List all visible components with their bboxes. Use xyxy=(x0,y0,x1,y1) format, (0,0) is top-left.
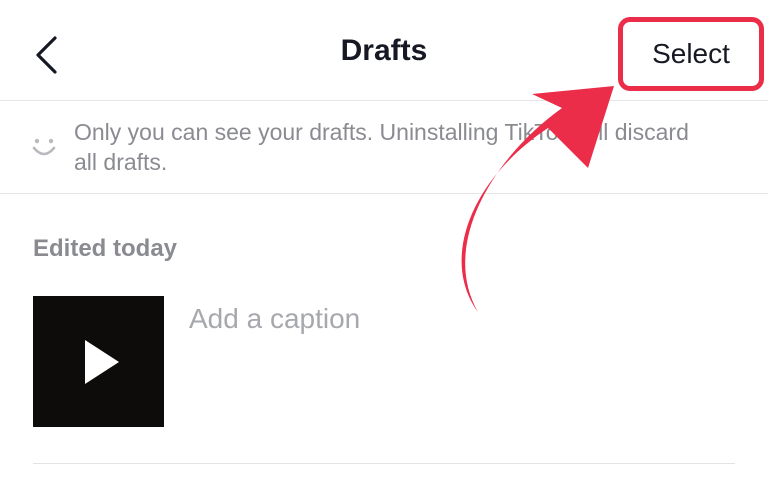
caption-field[interactable]: Add a caption xyxy=(189,303,360,335)
list-divider xyxy=(33,463,735,464)
notice-text-line-2: all drafts. xyxy=(74,149,168,175)
smile-icon xyxy=(32,138,56,156)
top-bar: Drafts Select xyxy=(0,0,768,101)
draft-thumbnail[interactable] xyxy=(33,296,164,427)
select-button-label: Select xyxy=(652,38,730,69)
notice-text-line-1: Only you can see your drafts. Uninstalli… xyxy=(74,119,689,145)
section-title: Edited today xyxy=(33,235,178,262)
select-button[interactable]: Select xyxy=(618,17,764,91)
notice-text: Only you can see your drafts. Uninstalli… xyxy=(74,117,744,177)
play-icon xyxy=(85,340,119,384)
